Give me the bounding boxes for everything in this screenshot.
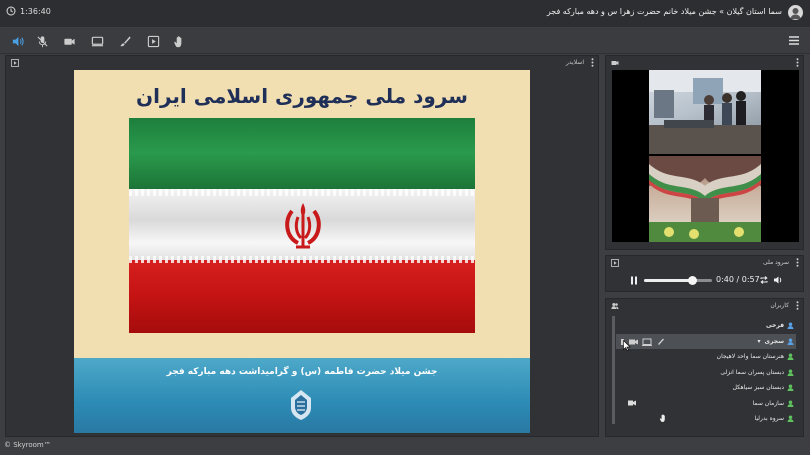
users-scrollbar[interactable] — [612, 316, 615, 424]
media-icon — [611, 259, 619, 267]
footer-brand: © Skyroom™ — [4, 441, 51, 449]
user-name: هنرستان سما واحد لاهیجان — [716, 353, 784, 360]
user-name: سجری — [764, 337, 784, 345]
brush-icon[interactable] — [118, 34, 132, 48]
user-list-item[interactable]: دبستان سبز سیاهکل — [733, 380, 794, 395]
user-name: سازمان سما — [752, 399, 784, 407]
slide-caption: جشن میلاد حضرت فاطمه (س) و گرامیداشت دهه… — [166, 367, 438, 377]
users-panel-header: کاربران — [606, 299, 803, 313]
user-icon — [787, 415, 794, 422]
user-icon — [787, 399, 794, 407]
user-name: سروه بدرلیا — [754, 415, 784, 422]
media-panel-header: سرود ملی — [606, 256, 803, 270]
hand-raise-icon[interactable] — [172, 34, 186, 48]
media-progress-track[interactable] — [644, 276, 712, 285]
user-list-item[interactable]: هنرستان سما واحد لاهیجان — [717, 349, 794, 364]
emblem-icon — [285, 203, 321, 249]
user-icon — [787, 384, 794, 391]
media-icon[interactable] — [146, 34, 160, 48]
more-options-icon[interactable] — [796, 258, 799, 267]
media-title: سرود ملی — [762, 259, 789, 266]
slides-panel-title: اسلایدر — [566, 59, 584, 66]
mic-off-icon[interactable] — [35, 34, 49, 48]
user-icon — [787, 322, 794, 329]
user-list-item[interactable]: سجری ▾ — [758, 334, 794, 349]
media-time: 0:40 / 0:57 — [716, 275, 760, 284]
media-player-controls: 0:40 / 0:57 — [612, 270, 799, 290]
media-time-current: 0:40 — [716, 275, 734, 284]
hand-raised-icon — [659, 414, 665, 422]
volume-icon[interactable] — [773, 275, 783, 285]
top-bar: 1:36:40 سما استان گیلان » جشن میلاد خانم… — [0, 0, 810, 27]
camera-icon[interactable] — [62, 34, 76, 48]
clock-icon — [6, 6, 16, 16]
media-progress-fill — [644, 279, 692, 282]
video-feed[interactable] — [612, 70, 799, 242]
chevron-down-icon[interactable]: ▾ — [758, 338, 761, 345]
presentation-slide: سرود ملی جمهوری اسلامی ایران جشن میلاد ح… — [74, 70, 530, 433]
user-avatar-icon[interactable] — [788, 5, 803, 20]
repeat-icon[interactable] — [759, 275, 769, 285]
user-list-item[interactable]: دبستان پسران سما انزلی — [720, 365, 794, 380]
iran-flag-image — [129, 118, 475, 333]
media-time-separator: / — [736, 275, 740, 284]
user-icon — [787, 337, 794, 345]
user-name: فرخی — [765, 322, 784, 329]
user-list-item[interactable]: فرخی — [766, 318, 794, 333]
session-time: 1:36:40 — [20, 6, 51, 16]
more-options-icon[interactable] — [591, 58, 594, 67]
slide-footer-band: جشن میلاد حضرت فاطمه (س) و گرامیداشت دهه… — [74, 358, 530, 433]
slide-title: سرود ملی جمهوری اسلامی ایران — [136, 84, 468, 108]
video-panel-header — [606, 56, 803, 70]
app-window: 1:36:40 سما استان گیلان » جشن میلاد خانم… — [0, 0, 810, 455]
video-camera-icon — [611, 61, 619, 65]
room-title: سما استان گیلان » جشن میلاد خانم حضرت زه… — [546, 7, 782, 16]
user-icon — [787, 368, 794, 376]
user-icon — [787, 353, 794, 360]
presentation-icon — [11, 59, 19, 67]
user-name: دبستان سبز سیاهکل — [732, 384, 784, 391]
pause-icon[interactable] — [630, 276, 638, 285]
user-list-item[interactable]: سروه بدرلیا — [755, 411, 794, 426]
users-list: فرخی سجری ▾ هنرستان سما واحد لاهیجان دبستان … — [611, 316, 798, 434]
media-time-total: 0:57 — [741, 275, 760, 284]
webcam-feed-1 — [649, 70, 761, 154]
more-options-icon[interactable] — [796, 58, 799, 67]
screen-share-icon[interactable] — [90, 34, 104, 48]
mouse-cursor-icon — [623, 340, 631, 351]
slides-panel-header: اسلایدر — [6, 56, 598, 70]
users-icon — [611, 303, 619, 309]
session-clock: 1:36:40 — [6, 6, 51, 16]
hamburger-icon[interactable] — [788, 35, 800, 46]
webcam-status-icon — [628, 400, 636, 406]
users-panel-title: کاربران — [770, 302, 789, 309]
user-name: دبستان پسران سما انزلی — [720, 368, 784, 376]
user-list-item[interactable]: سازمان سما — [753, 396, 794, 411]
more-options-icon[interactable] — [796, 301, 799, 310]
toolbar — [0, 28, 810, 54]
university-logo-icon — [291, 390, 311, 420]
speaker-icon[interactable] — [10, 34, 24, 48]
webcam-feed-2 — [649, 156, 761, 242]
media-progress-handle[interactable] — [687, 276, 697, 285]
